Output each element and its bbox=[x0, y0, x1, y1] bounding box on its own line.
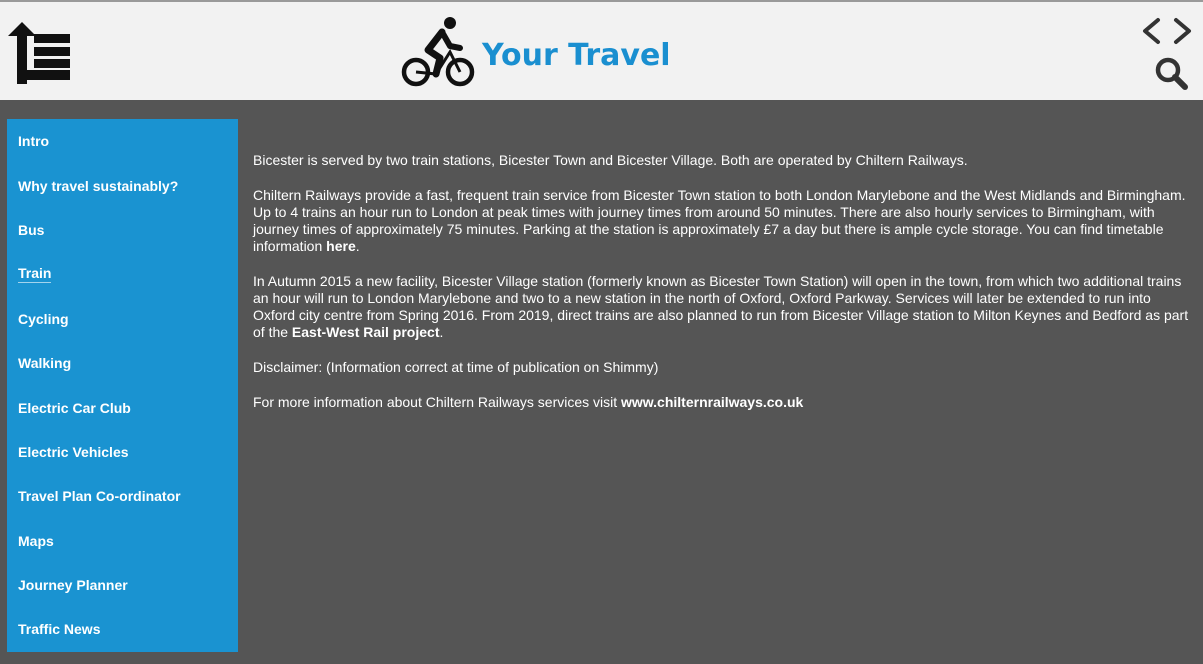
sidebar-item-label: Travel Plan Co-ordinator bbox=[18, 488, 181, 505]
more-info-paragraph: For more information about Chiltern Rail… bbox=[253, 394, 804, 410]
sidebar-item-why-travel-sustainably[interactable]: Why travel sustainably? bbox=[7, 163, 238, 207]
menu-list-icon[interactable] bbox=[8, 22, 78, 84]
chiltern-service-paragraph: Chiltern Railways provide a fast, freque… bbox=[253, 187, 1186, 254]
page-title: Your Travel bbox=[482, 37, 671, 73]
chevron-left-icon[interactable] bbox=[1140, 16, 1162, 46]
disclaimer-paragraph: Disclaimer: (Information correct at time… bbox=[253, 359, 659, 375]
sidebar-item-label: Walking bbox=[18, 355, 72, 372]
sidebar-item-label: Bus bbox=[18, 221, 45, 238]
sidebar-item-label: Maps bbox=[18, 532, 54, 549]
sidebar-item-label: Train bbox=[18, 265, 52, 284]
east-west-rail-link[interactable]: East-West Rail project bbox=[292, 324, 440, 340]
sidebar-item-train[interactable]: Train bbox=[7, 252, 238, 296]
sidebar-item-electric-vehicles[interactable]: Electric Vehicles bbox=[7, 430, 238, 474]
sidebar-item-walking[interactable]: Walking bbox=[7, 341, 238, 385]
timetable-link[interactable]: here bbox=[326, 238, 356, 254]
sidebar-item-bus[interactable]: Bus bbox=[7, 208, 238, 252]
cyclist-icon bbox=[401, 17, 475, 87]
sidebar-item-label: Why travel sustainably? bbox=[18, 177, 179, 194]
sidebar-item-label: Electric Vehicles bbox=[18, 443, 129, 460]
sidebar-item-label: Journey Planner bbox=[18, 577, 128, 594]
sidebar-item-electric-car-club[interactable]: Electric Car Club bbox=[7, 385, 238, 429]
sidebar-item-travel-plan-coordinator[interactable]: Travel Plan Co-ordinator bbox=[7, 474, 238, 518]
sidebar-item-label: Intro bbox=[18, 133, 50, 150]
chevron-right-icon[interactable] bbox=[1172, 16, 1194, 46]
header-bar: Your Travel bbox=[0, 2, 1203, 100]
sidebar-item-traffic-news[interactable]: Traffic News bbox=[7, 607, 238, 651]
sidebar-item-intro[interactable]: Intro bbox=[7, 119, 238, 163]
sidebar-nav: Intro Why travel sustainably? Bus Train … bbox=[7, 119, 238, 652]
sidebar-item-label: Traffic News bbox=[18, 621, 101, 638]
chiltern-railways-link[interactable]: www.chilternrailways.co.uk bbox=[621, 394, 803, 410]
sidebar-item-label: Electric Car Club bbox=[18, 399, 131, 416]
sidebar-item-cycling[interactable]: Cycling bbox=[7, 297, 238, 341]
bicester-village-paragraph: In Autumn 2015 a new facility, Bicester … bbox=[253, 273, 1189, 340]
search-icon[interactable] bbox=[1154, 56, 1188, 90]
intro-paragraph: Bicester is served by two train stations… bbox=[253, 152, 968, 168]
sidebar-item-label: Cycling bbox=[18, 310, 69, 327]
sidebar-item-journey-planner[interactable]: Journey Planner bbox=[7, 563, 238, 607]
main-content: Bicester is served by two train stations… bbox=[253, 152, 1193, 429]
brand[interactable]: Your Travel bbox=[398, 12, 671, 92]
sidebar-item-maps[interactable]: Maps bbox=[7, 519, 238, 563]
